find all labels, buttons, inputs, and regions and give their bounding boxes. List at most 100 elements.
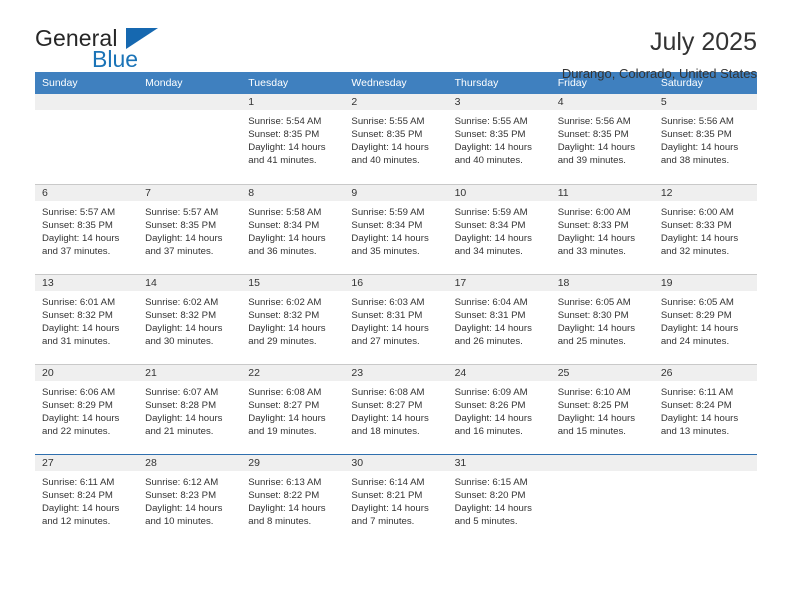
day-number: 23: [344, 364, 448, 381]
day-number: 4: [550, 94, 654, 110]
day-number: 2: [344, 94, 448, 110]
calendar-day-cell[interactable]: 16 Sunrise: 6:03 AM Sunset: 8:31 PM Dayligh…: [344, 273, 448, 364]
calendar-day-cell[interactable]: 25 Sunrise: 6:10 AM Sunset: 8:25 PM Dayligh…: [550, 363, 654, 454]
calendar-day-cell[interactable]: 4 Sunrise: 5:56 AM Sunset: 8:35 PM Daylight…: [550, 94, 654, 184]
sunset-text: Sunset: 8:20 PM: [454, 489, 526, 501]
sunset-text: Sunset: 8:24 PM: [42, 489, 113, 501]
day-number: 17: [447, 274, 551, 291]
sunrise-text: Sunrise: 6:09 AM: [454, 386, 528, 398]
sunset-text: Sunset: 8:21 PM: [351, 489, 423, 501]
calendar-day-cell[interactable]: 8 Sunrise: 5:58 AM Sunset: 8:34 PM Daylight…: [241, 183, 345, 274]
day-details: Sunrise: 5:54 AM Sunset: 8:35 PM Daylight:…: [241, 110, 344, 167]
calendar-day-cell[interactable]: 14 Sunrise: 6:02 AM Sunset: 8:32 PM Dayligh…: [138, 273, 242, 364]
sunset-text: Sunset: 8:32 PM: [42, 309, 113, 321]
calendar-day-cell[interactable]: 27 Sunrise: 6:11 AM Sunset: 8:24 PM Dayligh…: [35, 453, 139, 544]
calendar-day-cell[interactable]: 18 Sunrise: 6:05 AM Sunset: 8:30 PM Dayligh…: [550, 273, 654, 364]
sunrise-text: Sunrise: 6:08 AM: [248, 386, 322, 398]
sunset-text: Sunset: 8:34 PM: [248, 219, 320, 231]
calendar-day-cell-empty: [35, 94, 139, 184]
page-title: July 2025: [649, 28, 757, 56]
day-details: Sunrise: 6:09 AM Sunset: 8:26 PM Daylight:…: [448, 381, 551, 438]
daylight-text: Daylight: 14 hours and 40 minutes.: [351, 142, 429, 167]
sunset-text: Sunset: 8:34 PM: [351, 219, 423, 231]
calendar-day-cell[interactable]: 22 Sunrise: 6:08 AM Sunset: 8:27 PM Dayligh…: [241, 363, 345, 454]
calendar-day-cell[interactable]: 28 Sunrise: 6:12 AM Sunset: 8:23 PM Dayligh…: [138, 453, 242, 544]
calendar-day-cell[interactable]: 9 Sunrise: 5:59 AM Sunset: 8:34 PM Daylight…: [344, 183, 448, 274]
calendar-day-cell[interactable]: 23 Sunrise: 6:08 AM Sunset: 8:27 PM Dayligh…: [344, 363, 448, 454]
sunset-text: Sunset: 8:29 PM: [660, 309, 732, 321]
calendar-day-cell[interactable]: 31 Sunrise: 6:15 AM Sunset: 8:20 PM Dayligh…: [447, 453, 551, 544]
day-details: Sunrise: 5:55 AM Sunset: 8:35 PM Daylight:…: [344, 110, 447, 167]
daylight-text: Daylight: 14 hours and 40 minutes.: [454, 142, 532, 167]
daylight-text: Daylight: 14 hours and 31 minutes.: [42, 322, 120, 347]
sunrise-text: Sunrise: 5:58 AM: [248, 206, 322, 218]
calendar-day-cell[interactable]: 20 Sunrise: 6:06 AM Sunset: 8:29 PM Dayligh…: [35, 363, 139, 454]
day-number: 3: [447, 94, 551, 110]
calendar-page: General Blue July 2025 Durango, Colorado…: [0, 0, 792, 612]
day-details: Sunrise: 6:11 AM Sunset: 8:24 PM Daylight:…: [654, 381, 757, 438]
daylight-text: Daylight: 14 hours and 34 minutes.: [454, 232, 532, 257]
calendar-day-cell[interactable]: 19 Sunrise: 6:05 AM Sunset: 8:29 PM Dayligh…: [653, 273, 757, 364]
sunset-text: Sunset: 8:23 PM: [145, 489, 217, 501]
calendar-day-cell[interactable]: 24 Sunrise: 6:09 AM Sunset: 8:26 PM Dayligh…: [447, 363, 551, 454]
day-details: Sunrise: 5:58 AM Sunset: 8:34 PM Daylight:…: [241, 201, 344, 258]
calendar-day-cell[interactable]: 6 Sunrise: 5:57 AM Sunset: 8:35 PM Daylight…: [35, 183, 139, 274]
calendar-day-cell[interactable]: 10 Sunrise: 5:59 AM Sunset: 8:34 PM Dayligh…: [447, 183, 551, 274]
sunset-text: Sunset: 8:32 PM: [248, 309, 320, 321]
day-details: Sunrise: 6:15 AM Sunset: 8:20 PM Daylight:…: [448, 471, 551, 528]
sunrise-text: Sunrise: 5:56 AM: [557, 116, 631, 127]
sunrise-text: Sunrise: 6:14 AM: [351, 476, 425, 488]
sunrise-text: Sunrise: 6:00 AM: [660, 206, 734, 218]
calendar-day-cell[interactable]: 30 Sunrise: 6:14 AM Sunset: 8:21 PM Dayligh…: [344, 453, 448, 544]
weekday-header-tuesday: Tuesday: [241, 72, 345, 94]
day-details: Sunrise: 6:08 AM Sunset: 8:27 PM Daylight:…: [241, 381, 344, 438]
calendar-day-cell-empty: [550, 453, 654, 544]
daylight-text: Daylight: 14 hours and 21 minutes.: [145, 412, 223, 437]
daylight-text: Daylight: 14 hours and 27 minutes.: [351, 322, 429, 347]
sunset-text: Sunset: 8:35 PM: [145, 219, 217, 231]
calendar-day-cell[interactable]: 7 Sunrise: 5:57 AM Sunset: 8:35 PM Daylight…: [138, 183, 242, 274]
daylight-text: Daylight: 14 hours and 36 minutes.: [248, 232, 326, 257]
calendar-day-cell[interactable]: 5 Sunrise: 5:56 AM Sunset: 8:35 PM Daylight…: [653, 94, 757, 184]
calendar-day-cell[interactable]: 1 Sunrise: 5:54 AM Sunset: 8:35 PM Daylight…: [241, 94, 345, 184]
sunset-text: Sunset: 8:24 PM: [660, 399, 732, 411]
day-number: 1: [241, 94, 345, 110]
calendar-day-cell[interactable]: 12 Sunrise: 6:00 AM Sunset: 8:33 PM Dayligh…: [653, 183, 757, 274]
sunrise-text: Sunrise: 5:59 AM: [351, 206, 425, 218]
day-number: 6: [35, 184, 139, 201]
calendar-day-cell[interactable]: 2 Sunrise: 5:55 AM Sunset: 8:35 PM Daylight…: [344, 94, 448, 184]
calendar-day-cell[interactable]: 21 Sunrise: 6:07 AM Sunset: 8:28 PM Dayligh…: [138, 363, 242, 454]
day-details: Sunrise: 6:02 AM Sunset: 8:32 PM Daylight:…: [138, 291, 241, 348]
sunset-text: Sunset: 8:22 PM: [248, 489, 320, 501]
sunset-text: Sunset: 8:35 PM: [351, 129, 423, 141]
sunrise-text: Sunrise: 6:10 AM: [557, 386, 631, 398]
day-number: 11: [550, 184, 654, 201]
sunrise-text: Sunrise: 6:02 AM: [145, 296, 219, 308]
daylight-text: Daylight: 14 hours and 8 minutes.: [248, 502, 326, 527]
day-number: [138, 94, 242, 110]
day-number: 31: [447, 454, 551, 471]
page-subtitle: Durango, Colorado, United States: [561, 66, 757, 82]
calendar-day-cell[interactable]: 29 Sunrise: 6:13 AM Sunset: 8:22 PM Dayligh…: [241, 453, 345, 544]
day-number: 12: [653, 184, 757, 201]
title-block: July 2025 Durango, Colorado, United Stat…: [561, 27, 757, 82]
sunset-text: Sunset: 8:35 PM: [454, 129, 526, 141]
calendar-day-cell[interactable]: 3 Sunrise: 5:55 AM Sunset: 8:35 PM Daylight…: [447, 94, 551, 184]
daylight-text: Daylight: 14 hours and 33 minutes.: [557, 232, 636, 257]
day-number: 28: [138, 454, 242, 471]
general-blue-logo[interactable]: General Blue: [35, 27, 165, 75]
logo-text-blue: Blue: [92, 46, 139, 72]
calendar-day-cell[interactable]: 15 Sunrise: 6:02 AM Sunset: 8:32 PM Dayligh…: [241, 273, 345, 364]
calendar-day-cell[interactable]: 26 Sunrise: 6:11 AM Sunset: 8:24 PM Dayligh…: [653, 363, 757, 454]
day-number: 19: [653, 274, 757, 291]
day-details: Sunrise: 6:11 AM Sunset: 8:24 PM Daylight:…: [35, 471, 138, 528]
daylight-text: Daylight: 14 hours and 22 minutes.: [42, 412, 120, 437]
calendar-day-cell[interactable]: 17 Sunrise: 6:04 AM Sunset: 8:31 PM Dayligh…: [447, 273, 551, 364]
day-number: 27: [35, 454, 139, 471]
calendar-day-cell[interactable]: 11 Sunrise: 6:00 AM Sunset: 8:33 PM Dayligh…: [550, 183, 654, 274]
sunrise-text: Sunrise: 6:12 AM: [145, 476, 219, 488]
calendar-day-cell[interactable]: 13 Sunrise: 6:01 AM Sunset: 8:32 PM Dayligh…: [35, 273, 139, 364]
day-details: Sunrise: 5:56 AM Sunset: 8:35 PM Daylight:…: [654, 110, 757, 167]
daylight-text: Daylight: 14 hours and 29 minutes.: [248, 322, 326, 347]
day-number: 16: [344, 274, 448, 291]
